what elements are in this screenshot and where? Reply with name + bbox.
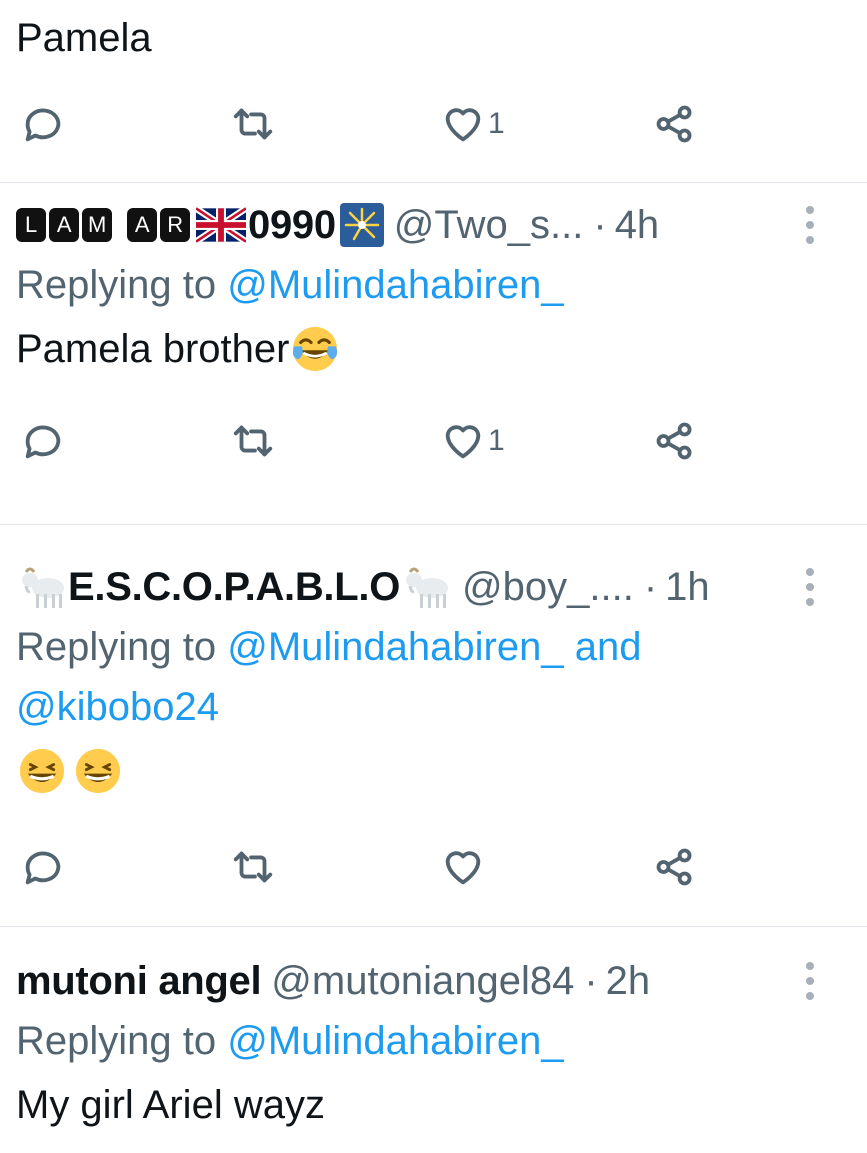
- mention-link[interactable]: @Mulindahabiren_: [227, 625, 563, 669]
- timestamp[interactable]: 1h: [665, 565, 710, 610]
- goat-emoji-icon: [406, 567, 449, 608]
- user-handle[interactable]: @Two_s...: [394, 203, 584, 248]
- retweet-button[interactable]: [230, 827, 276, 907]
- tears-of-joy-emoji-icon: [293, 326, 338, 372]
- like-button[interactable]: 1: [440, 84, 505, 164]
- like-button[interactable]: [440, 827, 486, 907]
- user-handle[interactable]: @mutoniangel84: [271, 959, 574, 1004]
- reply-icon: [25, 425, 61, 459]
- retweet-button[interactable]: [230, 401, 276, 481]
- tweet-text: [16, 745, 851, 797]
- reply-icon: [25, 108, 61, 142]
- share-icon: [656, 105, 692, 143]
- share-icon: [656, 848, 692, 886]
- replying-to: Replying to @Mulindahabiren_: [16, 263, 564, 307]
- tweet-actions: 1: [16, 401, 851, 481]
- reply-button[interactable]: [20, 401, 66, 481]
- separator-dot: ·: [593, 202, 607, 247]
- share-icon: [656, 422, 692, 460]
- tweet-text: Pamela: [16, 16, 152, 60]
- timestamp[interactable]: 2h: [606, 959, 651, 1004]
- tweet-actions: 1: [16, 84, 851, 164]
- replying-to: Replying to @Mulindahabiren_ and @kibobo…: [16, 625, 642, 729]
- more-options-button[interactable]: [803, 206, 817, 244]
- timestamp[interactable]: 4h: [615, 203, 660, 248]
- share-button[interactable]: [652, 84, 698, 164]
- tweet-text: My girl Ariel wayz: [16, 1083, 325, 1127]
- more-vertical-icon: [806, 568, 814, 576]
- more-options-button[interactable]: [803, 568, 817, 606]
- heart-icon: [445, 851, 481, 885]
- reply-icon: [25, 851, 61, 885]
- like-button[interactable]: 1: [440, 401, 505, 481]
- retweet-icon: [233, 108, 273, 140]
- tweet[interactable]: E.S.C.O.P.A.B.L.O @boy_.... · 1h Replyin…: [0, 525, 867, 927]
- mention-link[interactable]: @Mulindahabiren_: [227, 263, 563, 307]
- retweet-button[interactable]: [230, 84, 276, 164]
- tweet-actions: [16, 827, 851, 907]
- share-button[interactable]: [652, 401, 698, 481]
- share-button[interactable]: [652, 827, 698, 907]
- display-name[interactable]: E.S.C.O.P.A.B.L.O: [16, 564, 452, 610]
- mention-link[interactable]: @kibobo24: [16, 685, 219, 729]
- tweet[interactable]: L A M A R 0990 @Two_s... · 4h Replying t…: [0, 183, 867, 525]
- uk-flag-icon: [196, 207, 246, 243]
- heart-icon: [445, 108, 481, 142]
- retweet-icon: [233, 425, 273, 457]
- retweet-icon: [233, 851, 273, 883]
- heart-icon: [445, 425, 481, 459]
- mention-and: and: [563, 625, 642, 669]
- goat-emoji-icon: [22, 567, 64, 608]
- tweet-header: E.S.C.O.P.A.B.L.O @boy_.... · 1h: [16, 564, 851, 610]
- sparkler-icon: [339, 203, 384, 247]
- tweet-header: mutoni angel @mutoniangel84 · 2h: [16, 958, 851, 1004]
- separator-dot: ·: [584, 958, 598, 1003]
- more-options-button[interactable]: [803, 962, 817, 1000]
- like-count: 1: [488, 107, 505, 140]
- display-name[interactable]: mutoni angel: [16, 959, 262, 1004]
- user-handle[interactable]: @boy_....: [462, 565, 634, 610]
- mention-link[interactable]: @Mulindahabiren_: [227, 1019, 563, 1063]
- replying-to: Replying to @Mulindahabiren_: [16, 1019, 564, 1063]
- reply-button[interactable]: [20, 84, 66, 164]
- separator-dot: ·: [643, 564, 658, 609]
- tweet[interactable]: mutoni angel @mutoniangel84 · 2h Replyin…: [0, 927, 867, 1153]
- more-vertical-icon: [806, 962, 814, 970]
- tweet-header: L A M A R 0990 @Two_s... · 4h: [16, 202, 851, 248]
- like-count: 1: [488, 424, 505, 457]
- display-name[interactable]: L A M A R 0990: [16, 203, 384, 248]
- grinning-squinting-emoji-icon: [75, 748, 121, 794]
- tweet-text: Pamela brother: [16, 321, 851, 377]
- tweet[interactable]: Pamela 1: [0, 0, 867, 183]
- grinning-squinting-emoji-icon: [19, 748, 65, 794]
- more-vertical-icon: [806, 206, 814, 214]
- reply-button[interactable]: [20, 827, 66, 907]
